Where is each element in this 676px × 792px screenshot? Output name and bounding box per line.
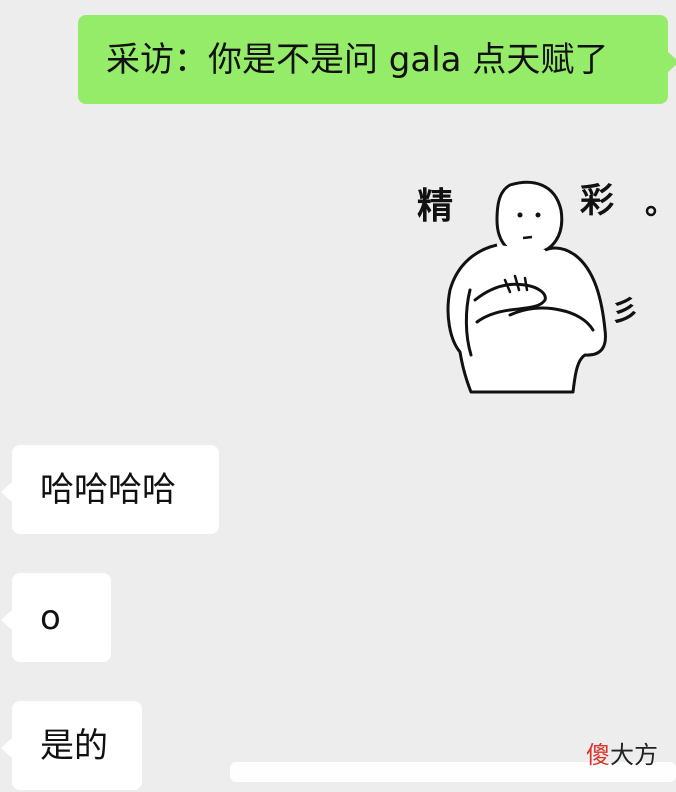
incoming-message-bubble[interactable]: 哈哈哈哈: [1, 445, 219, 534]
message-text: 哈哈哈哈: [40, 469, 176, 510]
message-text: 是的: [40, 725, 108, 766]
sticker-image: 精 彩 彡: [417, 180, 657, 394]
sticker-mouth-icon: [522, 235, 533, 240]
sticker-eye-icon: [517, 212, 523, 218]
sticker-right-char: 彩: [580, 181, 614, 221]
outgoing-message-bubble[interactable]: 采访：你是不是问 gala 点天赋了: [78, 15, 676, 104]
message-text: o: [40, 597, 61, 638]
sticker-head-icon: [495, 180, 564, 257]
sticker-message[interactable]: 精 彩 彡: [415, 170, 660, 400]
chat-area: 采访：你是不是问 gala 点天赋了 精 彩 彡 哈哈哈哈 o 是的 傻大方: [0, 0, 676, 792]
watermark: 傻大方: [586, 735, 658, 770]
sticker-left-char: 精: [417, 186, 453, 227]
incoming-message-bubble[interactable]: 是的: [1, 701, 142, 790]
message-text: 采访：你是不是问 gala 点天赋了: [106, 39, 609, 80]
incoming-message-bubble[interactable]: o: [1, 573, 111, 662]
watermark-red-text: 傻: [586, 741, 610, 769]
sticker-dot-icon: [645, 205, 657, 217]
sticker-eye-icon: [535, 212, 541, 218]
sticker-side-marks: 彡: [611, 294, 639, 327]
watermark-dark-text: 大方: [610, 741, 658, 769]
